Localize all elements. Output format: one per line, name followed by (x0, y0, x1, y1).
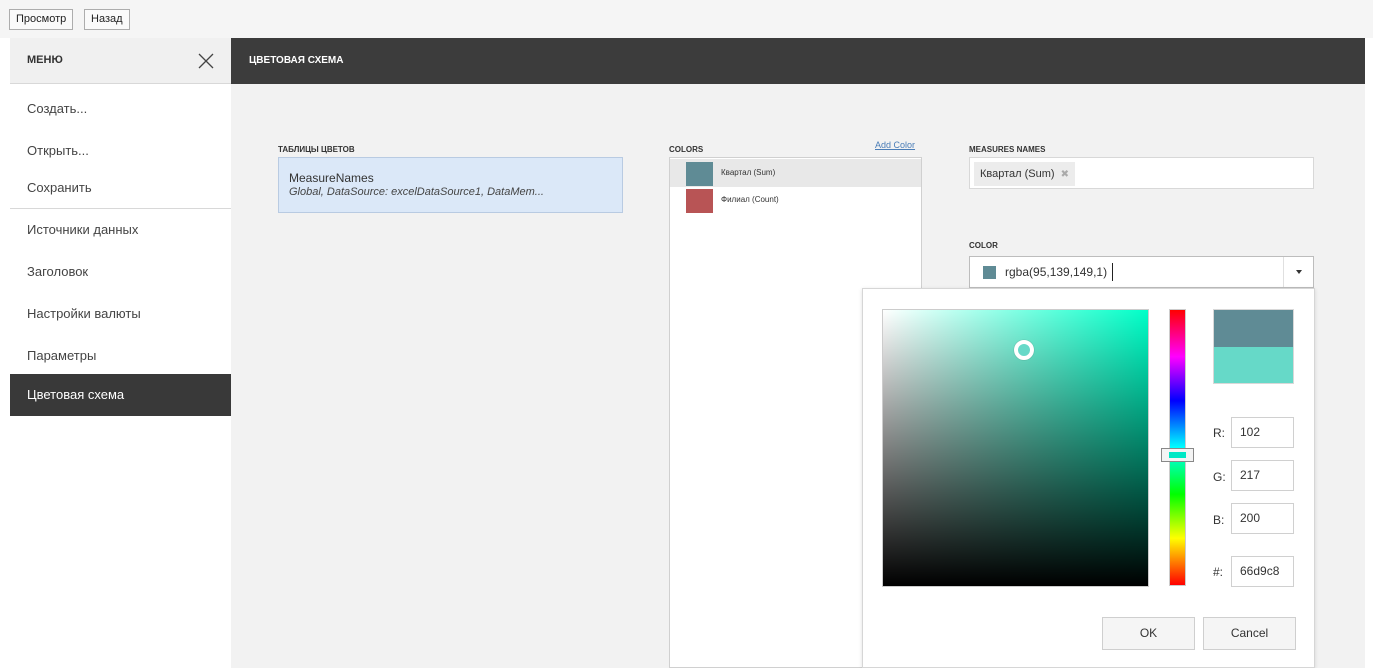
remove-tag-icon[interactable]: ✖ (1061, 169, 1069, 180)
color-value-text[interactable]: rgba(95,139,149,1) (1005, 265, 1107, 279)
menu-title: МЕНЮ (27, 54, 63, 66)
color-tables-label: ТАБЛИЦЫ ЦВЕТОВ (278, 145, 355, 154)
add-color-link[interactable]: Add Color (875, 140, 915, 150)
top-toolbar: Просмотр Назад (0, 0, 1373, 38)
ok-button[interactable]: OK (1102, 617, 1195, 650)
menu-sidebar: МЕНЮ Создать... Открыть... Сохранить Ист… (10, 38, 231, 668)
b-input[interactable]: 200 (1231, 503, 1294, 534)
measure-tag: Квартал (Sum) ✖ (974, 162, 1075, 186)
r-label: R: (1213, 426, 1225, 440)
color-label: COLOR (969, 241, 998, 250)
color-item-label: Филиал (Count) (721, 195, 779, 204)
color-list-item[interactable]: Квартал (Sum) (670, 159, 921, 187)
page-header: ЦВЕТОВАЯ СХЕМА (231, 38, 1365, 84)
color-selector-handle[interactable] (1014, 340, 1034, 360)
page-title: ЦВЕТОВАЯ СХЕМА (249, 55, 344, 66)
color-preview (1213, 309, 1294, 384)
color-swatch (686, 162, 713, 186)
hue-slider-handle[interactable] (1161, 448, 1194, 462)
g-input[interactable]: 217 (1231, 460, 1294, 491)
color-table-detail: Global, DataSource: excelDataSource1, Da… (289, 186, 544, 198)
original-color-preview (1214, 310, 1293, 347)
r-input[interactable]: 102 (1231, 417, 1294, 448)
menu-item-create[interactable]: Создать... (10, 88, 231, 130)
color-table-name: MeasureNames (289, 171, 374, 185)
current-color-swatch (983, 266, 996, 279)
color-dropdown[interactable]: rgba(95,139,149,1) (969, 256, 1314, 288)
menu-item-title[interactable]: Заголовок (10, 251, 231, 293)
hex-label: #: (1213, 565, 1224, 579)
menu-item-save[interactable]: Сохранить (10, 167, 231, 209)
cancel-button[interactable]: Cancel (1203, 617, 1296, 650)
menu-item-currency[interactable]: Настройки валюты (10, 293, 231, 335)
hex-input[interactable]: 66d9c8 (1231, 556, 1294, 587)
text-cursor (1112, 263, 1113, 281)
color-list-item[interactable]: Филиал (Count) (670, 186, 921, 214)
menu-header: МЕНЮ (10, 38, 231, 84)
measures-names-tagbox[interactable]: Квартал (Sum) ✖ (969, 157, 1314, 189)
color-swatch (686, 189, 713, 213)
color-table-item[interactable]: MeasureNames Global, DataSource: excelDa… (278, 157, 623, 213)
b-label: B: (1213, 513, 1225, 527)
menu-item-parameters[interactable]: Параметры (10, 335, 231, 377)
measures-names-label: MEASURES NAMES (969, 145, 1046, 154)
color-item-label: Квартал (Sum) (721, 168, 776, 177)
g-label: G: (1213, 470, 1226, 484)
saturation-value-area[interactable] (882, 309, 1149, 587)
color-picker-popup: R: 102 G: 217 B: 200 #: 66d9c8 OK Cancel (862, 288, 1315, 668)
menu-item-data-sources[interactable]: Источники данных (10, 209, 231, 251)
measure-tag-label: Квартал (Sum) (980, 168, 1055, 180)
back-button[interactable]: Назад (84, 9, 130, 30)
dropdown-arrow-icon[interactable] (1283, 257, 1313, 287)
colors-label: COLORS (669, 145, 704, 154)
menu-item-color-scheme[interactable]: Цветовая схема (10, 374, 231, 416)
new-color-preview (1214, 347, 1293, 383)
close-icon[interactable] (197, 52, 215, 70)
preview-button[interactable]: Просмотр (9, 9, 74, 30)
menu-item-open[interactable]: Открыть... (10, 130, 231, 172)
